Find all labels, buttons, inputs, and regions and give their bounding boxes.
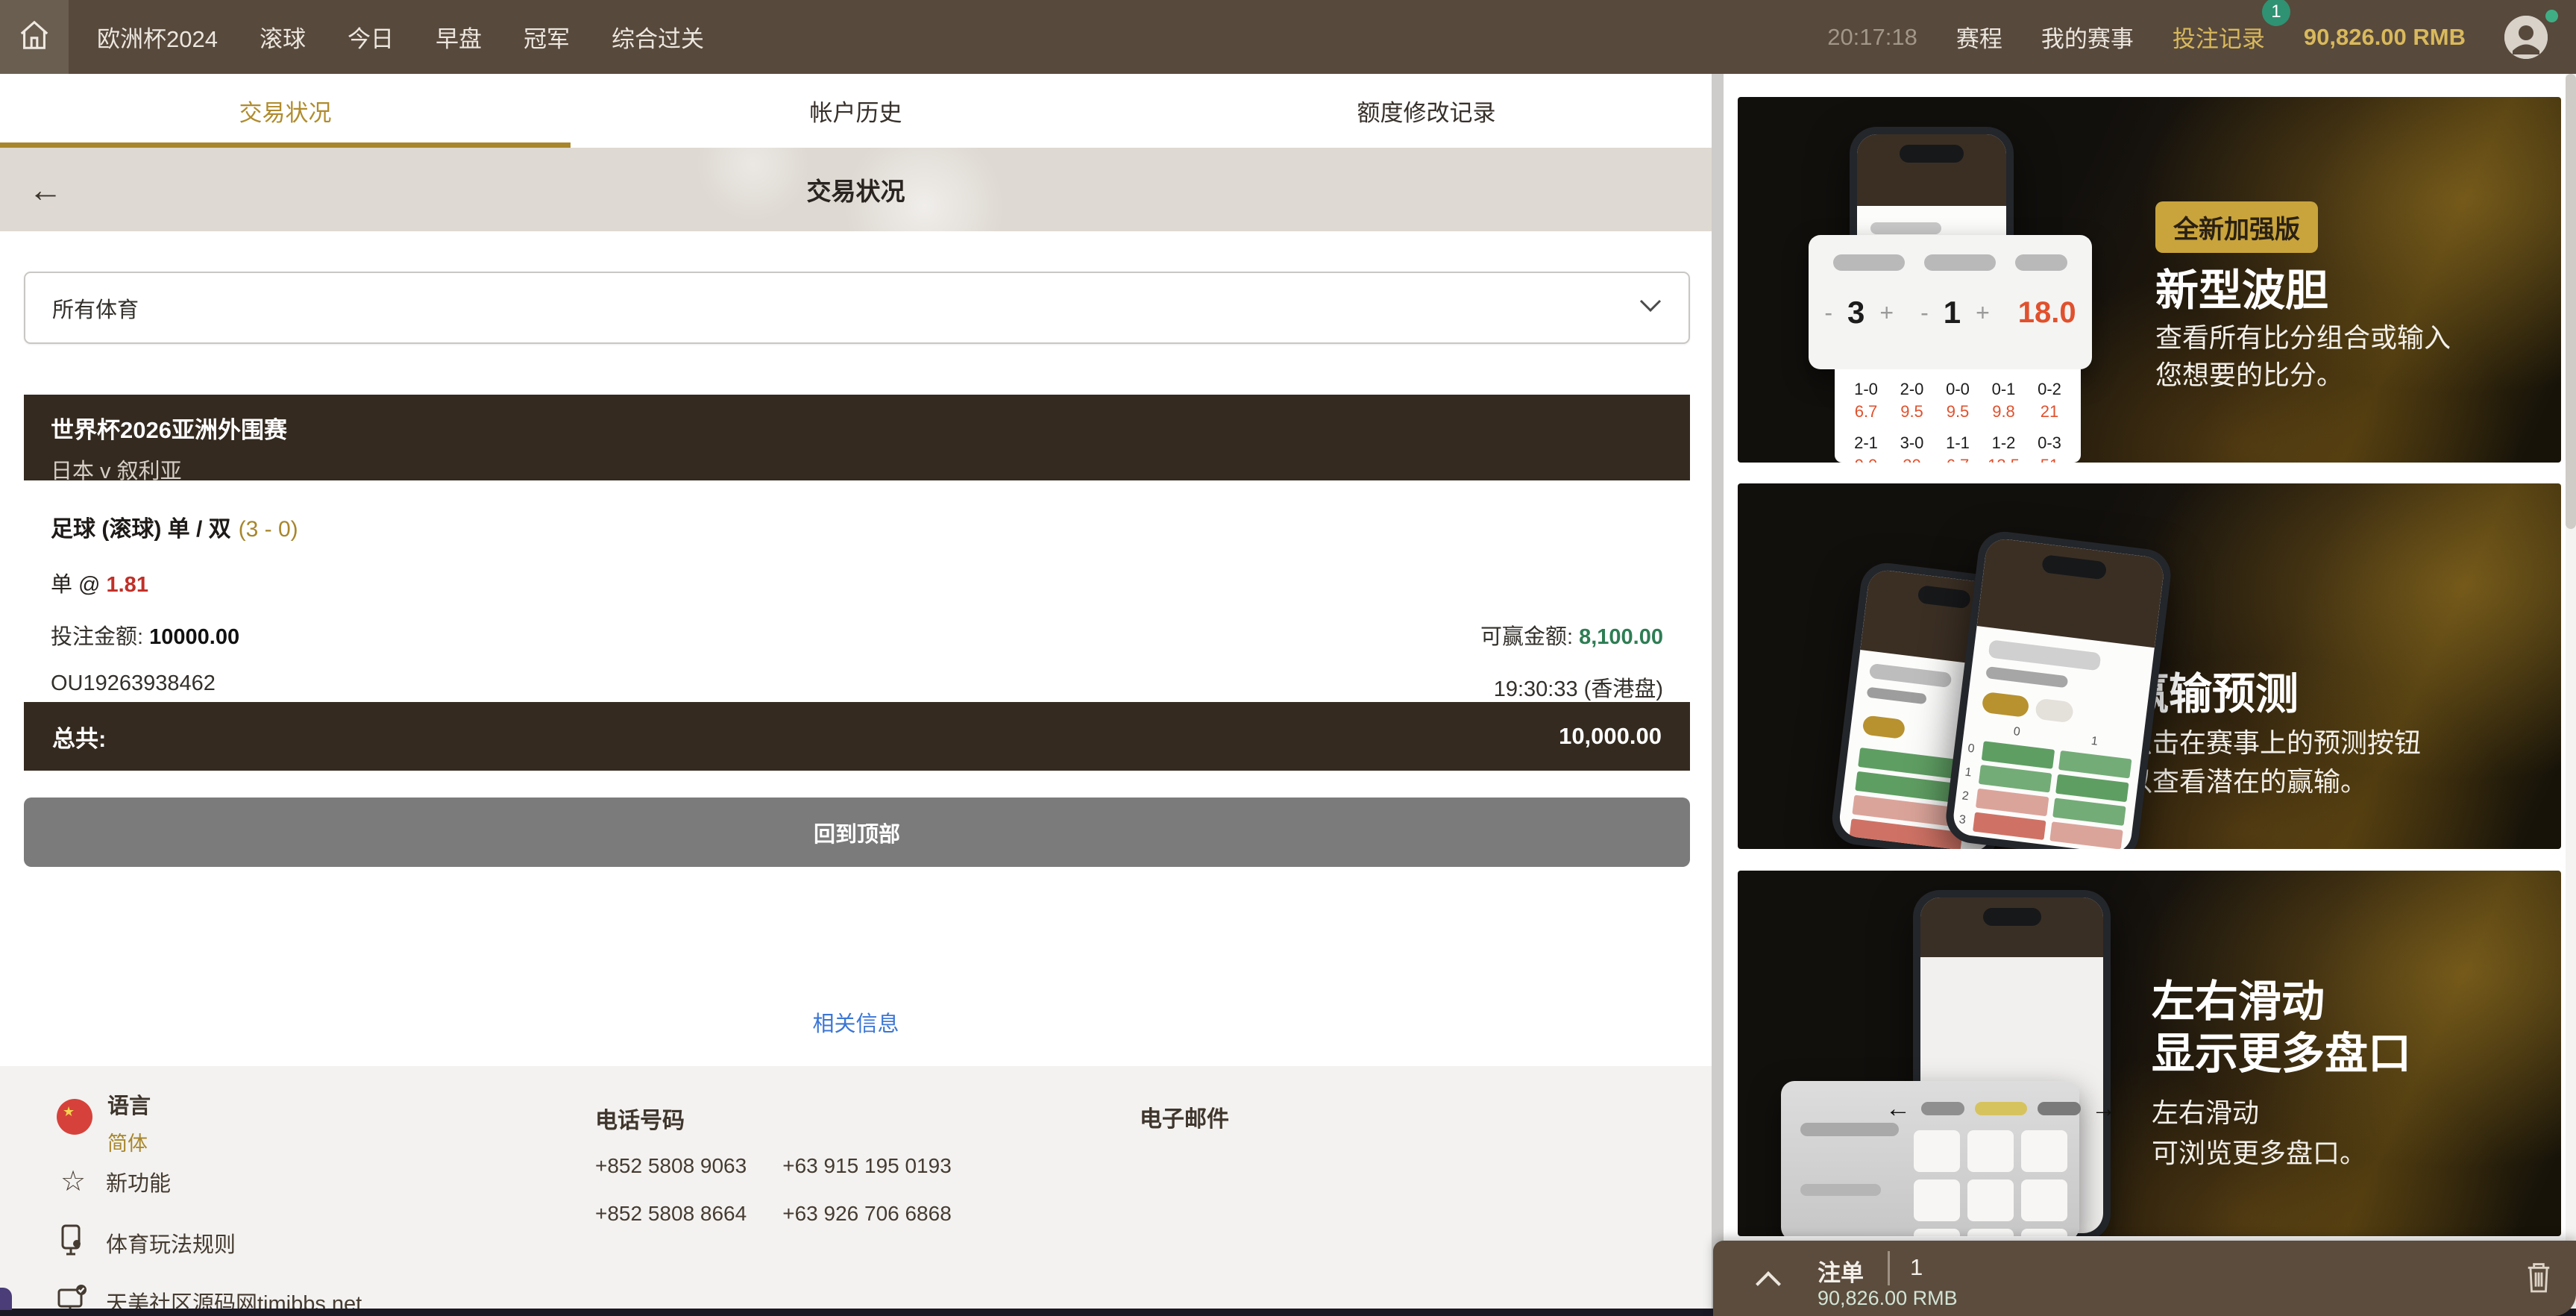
language-selector[interactable]: ★ 语言 简体 [57, 1088, 151, 1156]
nav-item-schedule[interactable]: 赛程 [1956, 20, 2002, 54]
account-balance: 90,826.00 RMB [2304, 24, 2466, 51]
sport-filter-value: 所有体育 [52, 292, 139, 324]
nav-item-bet-records[interactable]: 投注记录 1 [2173, 20, 2265, 54]
banner-body: 可浏览更多盘口。 [2152, 1132, 2366, 1171]
page-title: 交易状况 [807, 172, 905, 207]
bet-records-badge: 1 [2262, 0, 2290, 26]
betslip-label: 注单 [1818, 1254, 1864, 1288]
nav-item-live[interactable]: 滚球 [260, 20, 306, 54]
bet-market: 足球 (滚球) 单 / 双(3 - 0) [51, 480, 1663, 543]
bet-time: 19:30:33 (香港盘) [1494, 671, 1663, 703]
bet-reference: OU19263938462 [51, 671, 216, 703]
betting-site-page: 欧洲杯2024 滚球 今日 早盘 冠军 综合过关 20:17:18 赛程 我的赛… [0, 0, 2576, 1316]
language-label: 语言 [107, 1088, 151, 1120]
tab-account-history[interactable]: 帐户历史 [571, 74, 1141, 148]
nav-item-my-events[interactable]: 我的赛事 [2041, 20, 2134, 54]
profile-avatar[interactable] [2504, 16, 2548, 59]
league-name: 世界杯2026亚洲外围赛 [51, 411, 1663, 445]
total-amount: 10,000.00 [1559, 723, 1662, 750]
win-label: 可赢金额: [1480, 625, 1573, 649]
nav-item-euro2024[interactable]: 欧洲杯2024 [97, 20, 218, 54]
tab-transaction-status[interactable]: 交易状况 [0, 74, 571, 148]
banner-title: 显示更多盘口 [2152, 1018, 2411, 1081]
arrow-left-icon: ← [1885, 1096, 1911, 1121]
related-info-link[interactable]: 相关信息 [0, 1006, 1712, 1038]
arrow-right-icon: → [2091, 1096, 2117, 1121]
bet-selection: 单 @1.81 [51, 567, 1663, 598]
chevron-up-icon[interactable] [1756, 1271, 1781, 1297]
language-value: 简体 [107, 1127, 151, 1156]
tab-limit-change-log[interactable]: 额度修改记录 [1141, 74, 1712, 148]
stake-row: 投注金额: 10000.00 可赢金额: 8,100.00 [51, 619, 1663, 651]
nav-item-today[interactable]: 今日 [348, 20, 394, 54]
phone-mockup: 01 012345 [1943, 529, 2173, 849]
back-arrow-icon[interactable]: ← [28, 172, 63, 207]
nav-item-early[interactable]: 早盘 [436, 20, 482, 54]
email-section-title: 电子邮件 [1140, 1100, 1229, 1133]
nav-item-parlay[interactable]: 综合过关 [612, 20, 704, 54]
banner-body: 查看所有比分组合或输入 您想要的比分。 [2155, 319, 2451, 394]
footer-link-new-features[interactable]: ☆ 新功能 [57, 1165, 171, 1198]
betslip-divider [1888, 1251, 1890, 1285]
score-input-panel: - 3 + - 1 + 18.0 [1809, 235, 2092, 369]
phone-section-title: 电话号码 [595, 1102, 685, 1135]
home-icon [17, 18, 51, 56]
page-header: ← 交易状况 [0, 148, 1712, 231]
banner-body: 左右滑动 [2152, 1091, 2259, 1130]
betslip-bar[interactable]: 注单 1 90,826.00 RMB [1713, 1241, 2576, 1316]
top-nav: 欧洲杯2024 滚球 今日 早盘 冠军 综合过关 20:17:18 赛程 我的赛… [0, 0, 2576, 74]
promo-banner-swipe-markets[interactable]: ← → 左右滑动 显示更多盘口 左右滑动 可浏览更多盘口。 [1738, 871, 2561, 1236]
banner-title: 新型波胆 [2155, 255, 2328, 318]
nav-item-outright[interactable]: 冠军 [524, 20, 570, 54]
score-odds-grid: 1-02-00-00-10-2 6.79.59.59.821 2-13-01-1… [1835, 369, 2081, 463]
footer: ★ 语言 简体 ☆ 新功能 体育玩法规则 [0, 1066, 1712, 1316]
phone-numbers-row: +852 5808 9063+63 915 195 0193 [595, 1154, 952, 1178]
betslip-balance: 90,826.00 RMB [1818, 1287, 1958, 1310]
back-to-top-button[interactable]: 回到顶部 [24, 798, 1690, 867]
promo-banner-win-loss-prediction[interactable]: 01 012345 [1738, 483, 2561, 849]
betslip-count: 1 [1910, 1254, 1923, 1281]
rules-device-icon [57, 1224, 89, 1262]
trash-icon[interactable] [2525, 1260, 2553, 1298]
bet-card-header: 世界杯2026亚洲外围赛 日本 v 叙利亚 [24, 395, 1690, 480]
account-tabs: 交易状况 帐户历史 额度修改记录 [0, 74, 1712, 148]
promo-sidebar: - 3 + - 1 + 18.0 1-02-00-00-10-2 6.79.59… [1729, 74, 2566, 1316]
home-button[interactable] [0, 0, 69, 74]
promo-banner-correct-score[interactable]: - 3 + - 1 + 18.0 1-02-00-00-10-2 6.79.59… [1738, 97, 2561, 463]
chevron-down-icon [1639, 299, 1662, 316]
total-label: 总共: [52, 720, 106, 753]
ref-row: OU19263938462 19:30:33 (香港盘) [51, 671, 1663, 703]
main-content: 交易状况 帐户历史 额度修改记录 ← 交易状况 所有体育 世界杯2026亚洲外围… [0, 74, 1712, 1316]
footer-link-rules[interactable]: 体育玩法规则 [57, 1224, 236, 1262]
total-bar: 总共: 10,000.00 [24, 702, 1690, 771]
stake-value: 10000.00 [149, 625, 239, 649]
nav-menu: 欧洲杯2024 滚球 今日 早盘 冠军 综合过关 [97, 20, 704, 54]
win-value: 8,100.00 [1579, 625, 1663, 649]
active-tab-indicator [0, 142, 571, 148]
corner-widget [0, 1288, 12, 1310]
nav-right: 20:17:18 赛程 我的赛事 投注记录 1 90,826.00 RMB [1827, 16, 2548, 59]
banner-body: 点击在赛事上的预测按钮 以查看潜在的赢输。 [2126, 724, 2421, 801]
online-status-dot [2545, 10, 2558, 22]
stake-label: 投注金额: [51, 625, 143, 649]
main-scrollbar[interactable] [1712, 74, 1724, 1316]
sport-filter-select[interactable]: 所有体育 [24, 272, 1690, 344]
bet-odds: 1.81 [107, 573, 148, 597]
phone-numbers-row: +852 5808 8664+63 926 706 6868 [595, 1202, 952, 1226]
star-icon: ☆ [57, 1165, 89, 1198]
banner-badge: 全新加强版 [2155, 201, 2318, 253]
match-score: (3 - 0) [239, 517, 298, 542]
swipe-demo-panel: ← → [1781, 1081, 2079, 1236]
china-flag-icon: ★ [57, 1099, 92, 1135]
page-scrollbar-thumb[interactable] [2566, 74, 2576, 529]
clock: 20:17:18 [1827, 24, 1917, 51]
